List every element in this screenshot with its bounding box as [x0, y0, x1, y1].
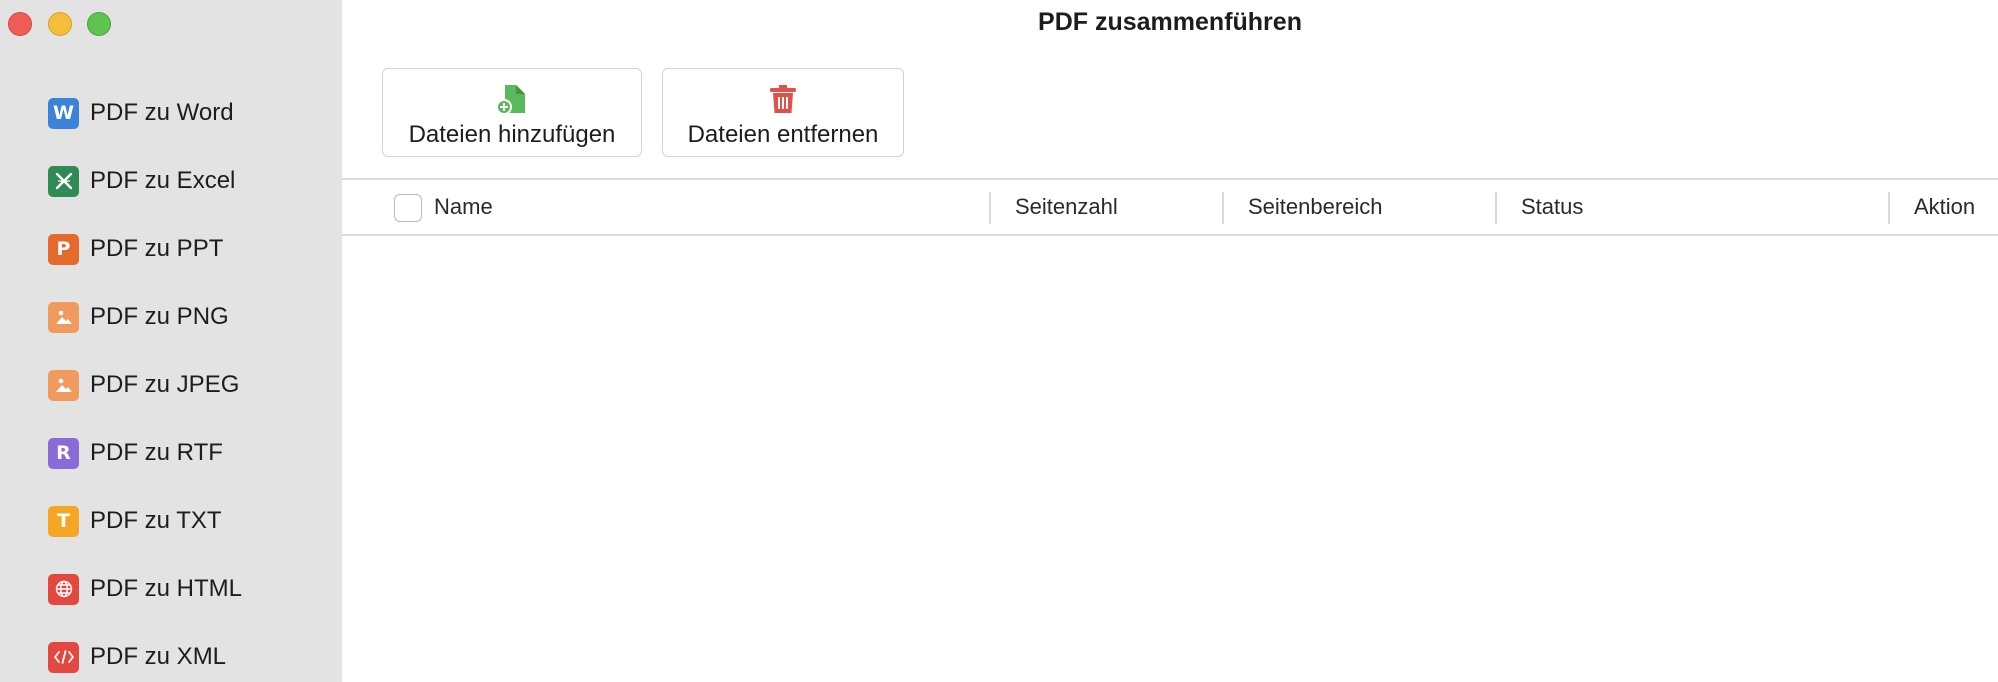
column-header-status[interactable]: Status: [1521, 194, 1583, 220]
close-window-button[interactable]: [8, 12, 32, 36]
sidebar-item-pdf-to-xml[interactable]: PDF zu XML: [48, 641, 226, 673]
select-all-checkbox[interactable]: [394, 194, 422, 222]
add-files-label: Dateien hinzufügen: [408, 121, 616, 148]
zoom-window-button[interactable]: [87, 12, 111, 36]
sidebar: W PDF zu Word PDF zu Excel P PDF zu PPT …: [0, 0, 342, 682]
add-files-button[interactable]: Dateien hinzufügen: [382, 68, 642, 157]
table-header-top-border: [342, 178, 1998, 180]
column-separator[interactable]: [989, 192, 991, 224]
image-icon: [48, 369, 79, 401]
sidebar-item-pdf-to-jpeg[interactable]: PDF zu JPEG: [48, 369, 239, 401]
main-panel: PDF zusammenführen Dateien hinzufügen Da…: [342, 0, 1998, 682]
ppt-icon: P: [48, 233, 79, 265]
sidebar-item-pdf-to-png[interactable]: PDF zu PNG: [48, 301, 229, 333]
sidebar-item-pdf-to-txt[interactable]: T PDF zu TXT: [48, 505, 222, 537]
txt-icon: T: [48, 505, 79, 537]
page-title: PDF zusammenführen: [1038, 8, 1302, 36]
sidebar-item-pdf-to-rtf[interactable]: R PDF zu RTF: [48, 437, 223, 469]
add-file-icon: [496, 83, 528, 115]
sidebar-item-label: PDF zu PPT: [90, 235, 224, 262]
sidebar-item-label: PDF zu XML: [90, 643, 227, 670]
minimize-window-button[interactable]: [48, 12, 72, 36]
image-icon: [48, 301, 79, 333]
column-header-page-count[interactable]: Seitenzahl: [1015, 194, 1118, 220]
column-header-name[interactable]: Name: [434, 194, 493, 220]
sidebar-item-label: PDF zu Word: [90, 99, 234, 126]
column-header-page-range[interactable]: Seitenbereich: [1248, 194, 1383, 220]
column-separator[interactable]: [1222, 192, 1224, 224]
remove-files-button[interactable]: Dateien entfernen: [662, 68, 904, 157]
code-icon: [48, 641, 79, 673]
column-separator[interactable]: [1888, 192, 1890, 224]
sidebar-item-pdf-to-ppt[interactable]: P PDF zu PPT: [48, 233, 223, 265]
trash-icon: [768, 83, 798, 115]
sidebar-item-label: PDF zu RTF: [90, 439, 223, 466]
sidebar-item-label: PDF zu HTML: [90, 575, 243, 602]
column-separator[interactable]: [1495, 192, 1497, 224]
sidebar-item-label: PDF zu JPEG: [90, 371, 240, 398]
sidebar-item-pdf-to-word[interactable]: W PDF zu Word: [48, 97, 234, 129]
sidebar-item-label: PDF zu TXT: [90, 507, 222, 534]
sidebar-item-label: PDF zu PNG: [90, 303, 229, 330]
sidebar-item-label: PDF zu Excel: [90, 167, 236, 194]
remove-files-label: Dateien entfernen: [687, 121, 879, 148]
excel-icon: [48, 165, 79, 197]
globe-icon: [48, 573, 79, 605]
rtf-icon: R: [48, 437, 79, 469]
sidebar-item-pdf-to-excel[interactable]: PDF zu Excel: [48, 165, 235, 197]
table-header-bottom-border: [342, 234, 1998, 236]
column-header-action[interactable]: Aktion: [1914, 194, 1975, 220]
word-icon: W: [48, 97, 79, 129]
sidebar-item-pdf-to-html[interactable]: PDF zu HTML: [48, 573, 242, 605]
